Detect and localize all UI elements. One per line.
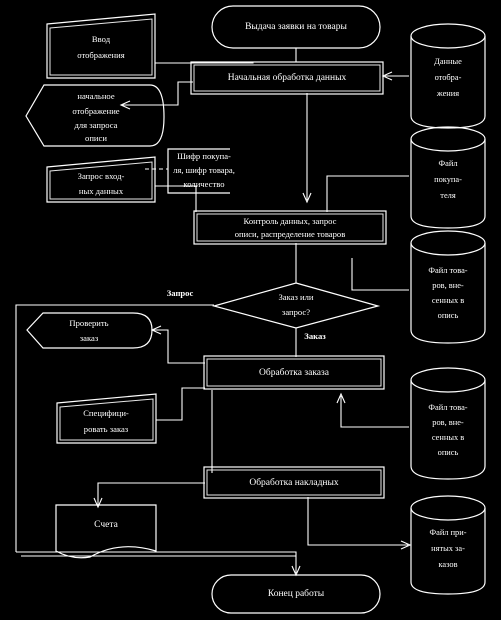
- initial-processing-label: Начальная обработка данных: [228, 72, 347, 83]
- db-goods-inventory-1-label-3: сенных в: [432, 296, 464, 305]
- edge-invoice-processing-to-invoices: [97, 482, 205, 505]
- start-terminal-label: Выдача заявки на товары: [245, 22, 347, 32]
- db-accepted-orders-label-3: казов: [438, 560, 457, 569]
- db-goods-inventory-1-label-2: ров, вне-: [432, 281, 464, 290]
- edge-input-request-to-control: [155, 185, 197, 212]
- edge-order-processing-to-check: [153, 329, 205, 364]
- node-order-processing[interactable]: Обработка заказа: [203, 355, 385, 390]
- db-display-data[interactable]: Данные отобра- жения: [410, 23, 486, 129]
- node-initial-processing[interactable]: Начальная обработка данных: [190, 61, 384, 95]
- db-goods-inventory-1[interactable]: Файл това- ров, вне- сенных в опись: [410, 230, 486, 344]
- edge-rail-to-end: [16, 551, 297, 573]
- initial-display-label-4: описи: [85, 133, 107, 143]
- specify-order-label-1: Специфици-: [83, 408, 129, 418]
- cipher-annotation-label-2: ля, шифр товара,: [173, 165, 235, 175]
- db-accepted-orders-label-2: нятых за-: [431, 544, 465, 553]
- db-goods-inventory-1-body: [410, 243, 486, 344]
- db-accepted-orders[interactable]: Файл при- нятых за- казов: [410, 495, 486, 595]
- node-invoices[interactable]: Счета: [55, 504, 157, 559]
- initial-display-label-2: отображение: [72, 106, 119, 116]
- db-buyer-file-label-2: покупа-: [434, 175, 462, 184]
- flowchart-svg: Выдача заявки на товары Ввод отображения…: [15, 5, 486, 614]
- edge-db-goods2-to-order-processing: [340, 396, 409, 428]
- edge-db-buyer-to-control: [326, 175, 409, 212]
- node-initial-display[interactable]: начальное отображение для запроса описи: [25, 84, 165, 147]
- db-goods-inventory-1-top: [410, 230, 486, 256]
- edge-specify-to-order-processing: [156, 387, 205, 421]
- db-buyer-file-label-3: теля: [440, 191, 456, 200]
- specify-order-label-2: ровать заказ: [84, 424, 129, 434]
- db-goods-inventory-2-label-3: сенных в: [432, 433, 464, 442]
- db-buyer-file-label-1: Файл: [439, 159, 458, 168]
- end-terminal-label: Конец работы: [268, 588, 325, 599]
- db-display-data-top: [410, 23, 486, 49]
- cipher-annotation-label-3: количество: [183, 179, 224, 189]
- db-accepted-orders-label-1: Файл при-: [429, 528, 466, 537]
- data-control-label-1: Контроль данных, запрос: [244, 216, 337, 226]
- db-buyer-file-top: [410, 126, 486, 152]
- input-display-inner: [49, 18, 153, 76]
- check-order-label-1: Проверить: [69, 318, 108, 328]
- check-order-label-2: заказ: [80, 333, 99, 343]
- edge-label-query: Запрос: [167, 288, 194, 298]
- initial-display-label-3: для запроса: [75, 120, 118, 130]
- specify-order-shape: [56, 393, 157, 444]
- db-goods-inventory-1-label-4: опись: [438, 311, 459, 320]
- db-goods-inventory-2-label-4: опись: [438, 448, 459, 457]
- db-goods-inventory-2-body: [410, 380, 486, 480]
- flowchart-canvas: Выдача заявки на товары Ввод отображения…: [0, 0, 501, 620]
- input-request-label-2: ных данных: [79, 186, 124, 196]
- order-processing-label: Обработка заказа: [259, 367, 330, 378]
- db-goods-inventory-1-label-1: Файл това-: [428, 266, 467, 275]
- db-display-data-label-3: жения: [436, 89, 459, 98]
- input-display-label-2: отображения: [77, 50, 124, 60]
- db-display-data-label-1: Данные: [434, 57, 462, 66]
- db-display-data-label-2: отобра-: [435, 73, 462, 82]
- input-display-label-1: Ввод: [92, 34, 111, 44]
- decision-label-2: запрос?: [282, 307, 310, 317]
- db-display-data-body: [410, 36, 486, 129]
- invoice-processing-label: Обработка накладных: [249, 477, 339, 488]
- edge-db-goods1-to-control: [351, 258, 409, 291]
- cipher-annotation-label-1: Шифр покупа-: [177, 151, 231, 161]
- node-input-display[interactable]: Ввод отображения: [46, 13, 156, 79]
- db-accepted-orders-top: [410, 495, 486, 521]
- db-buyer-file[interactable]: Файл покупа- теля: [410, 126, 486, 229]
- node-check-order[interactable]: Проверить заказ: [26, 312, 153, 349]
- invoices-shape: [55, 504, 157, 559]
- db-goods-inventory-2-top: [410, 367, 486, 393]
- initial-display-label-1: начальное: [77, 91, 114, 101]
- db-goods-inventory-2-label-1: Файл това-: [428, 403, 467, 412]
- node-start-terminal[interactable]: Выдача заявки на товары: [211, 5, 381, 49]
- decision-label-1: Заказ или: [278, 292, 313, 302]
- node-end-terminal[interactable]: Конец работы: [211, 574, 381, 614]
- input-request-label-1: Запрос вход-: [78, 171, 125, 181]
- db-goods-inventory-2-label-2: ров, вне-: [432, 418, 464, 427]
- edge-label-order: Заказ: [304, 331, 326, 341]
- data-control-label-2: описи, распределение товаров: [235, 229, 346, 239]
- node-invoice-processing[interactable]: Обработка накладных: [203, 466, 385, 499]
- db-goods-inventory-2[interactable]: Файл това- ров, вне- сенных в опись: [410, 367, 486, 480]
- invoices-label: Счета: [94, 520, 118, 530]
- node-input-request[interactable]: Запрос вход- ных данных: [46, 156, 156, 203]
- edge-invoice-processing-to-db-accepted: [307, 497, 408, 546]
- node-data-control[interactable]: Контроль данных, запрос описи, распредел…: [193, 210, 387, 245]
- node-specify-order[interactable]: Специфици- ровать заказ: [56, 393, 157, 444]
